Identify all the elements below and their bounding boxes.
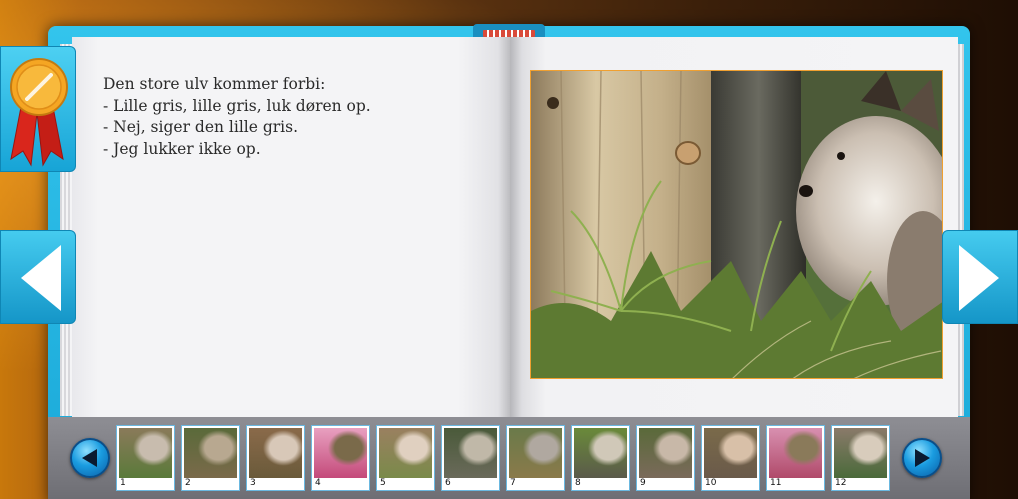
thumbnail-image bbox=[574, 428, 627, 478]
thumbnail-9[interactable]: 9 bbox=[636, 425, 695, 491]
thumbnail-number: 10 bbox=[705, 478, 717, 488]
story-text: Den store ulv kommer forbi: - Lille gris… bbox=[103, 74, 483, 160]
thumbnail-12[interactable]: 12 bbox=[831, 425, 890, 491]
story-line: - Jeg lukker ikke op. bbox=[103, 139, 261, 158]
previous-page-button[interactable] bbox=[0, 230, 76, 324]
thumbnail-10[interactable]: 10 bbox=[701, 425, 760, 491]
thumbnail-image bbox=[444, 428, 497, 478]
thumbnails-previous-button[interactable] bbox=[70, 438, 110, 478]
story-line: Den store ulv kommer forbi: bbox=[103, 75, 326, 93]
thumbnail-2[interactable]: 2 bbox=[181, 425, 240, 491]
thumbnail-number: 12 bbox=[835, 478, 847, 488]
thumbnail-number: 1 bbox=[120, 478, 126, 488]
thumbnail-8[interactable]: 8 bbox=[571, 425, 630, 491]
thumbnail-number: 2 bbox=[185, 478, 191, 488]
thumbnails-next-button[interactable] bbox=[902, 438, 942, 478]
thumbnail-number: 8 bbox=[575, 478, 581, 488]
thumbnail-3[interactable]: 3 bbox=[246, 425, 305, 491]
thumbnail-image bbox=[379, 428, 432, 478]
thumbnail-4[interactable]: 4 bbox=[311, 425, 370, 491]
thumbnail-image bbox=[509, 428, 562, 478]
thumbnail-number: 6 bbox=[445, 478, 451, 488]
thumbnail-image bbox=[184, 428, 237, 478]
story-line: - Nej, siger den lille gris. bbox=[103, 118, 299, 136]
story-line: - Lille gris, lille gris, luk døren op. bbox=[103, 96, 371, 115]
thumbnail-number: 3 bbox=[250, 478, 256, 488]
thumbnail-6[interactable]: 6 bbox=[441, 425, 500, 491]
thumbnail-5[interactable]: 5 bbox=[376, 425, 435, 491]
story-photo bbox=[530, 70, 943, 379]
thumbnail-image bbox=[314, 428, 367, 478]
thumbnail-image bbox=[249, 428, 302, 478]
award-ribbon-icon bbox=[1, 58, 77, 177]
thumbnail-11[interactable]: 11 bbox=[766, 425, 825, 491]
thumbnail-image bbox=[119, 428, 172, 478]
thumbnail-number: 7 bbox=[510, 478, 516, 488]
thumbnail-image bbox=[704, 428, 757, 478]
bookmark-stripes bbox=[483, 30, 535, 37]
thumbnail-image bbox=[834, 428, 887, 478]
thumbnail-image bbox=[769, 428, 822, 478]
thumbnail-number: 5 bbox=[380, 478, 386, 488]
thumbnail-number: 4 bbox=[315, 478, 321, 488]
thumbnail-image bbox=[639, 428, 692, 478]
next-page-button[interactable] bbox=[942, 230, 1018, 324]
thumbnail-number: 9 bbox=[640, 478, 646, 488]
thumbnail-number: 11 bbox=[770, 478, 782, 488]
thumbnail-1[interactable]: 1 bbox=[116, 425, 175, 491]
thumbnail-7[interactable]: 7 bbox=[506, 425, 565, 491]
award-badge[interactable] bbox=[0, 46, 76, 172]
book-spine bbox=[498, 37, 522, 417]
